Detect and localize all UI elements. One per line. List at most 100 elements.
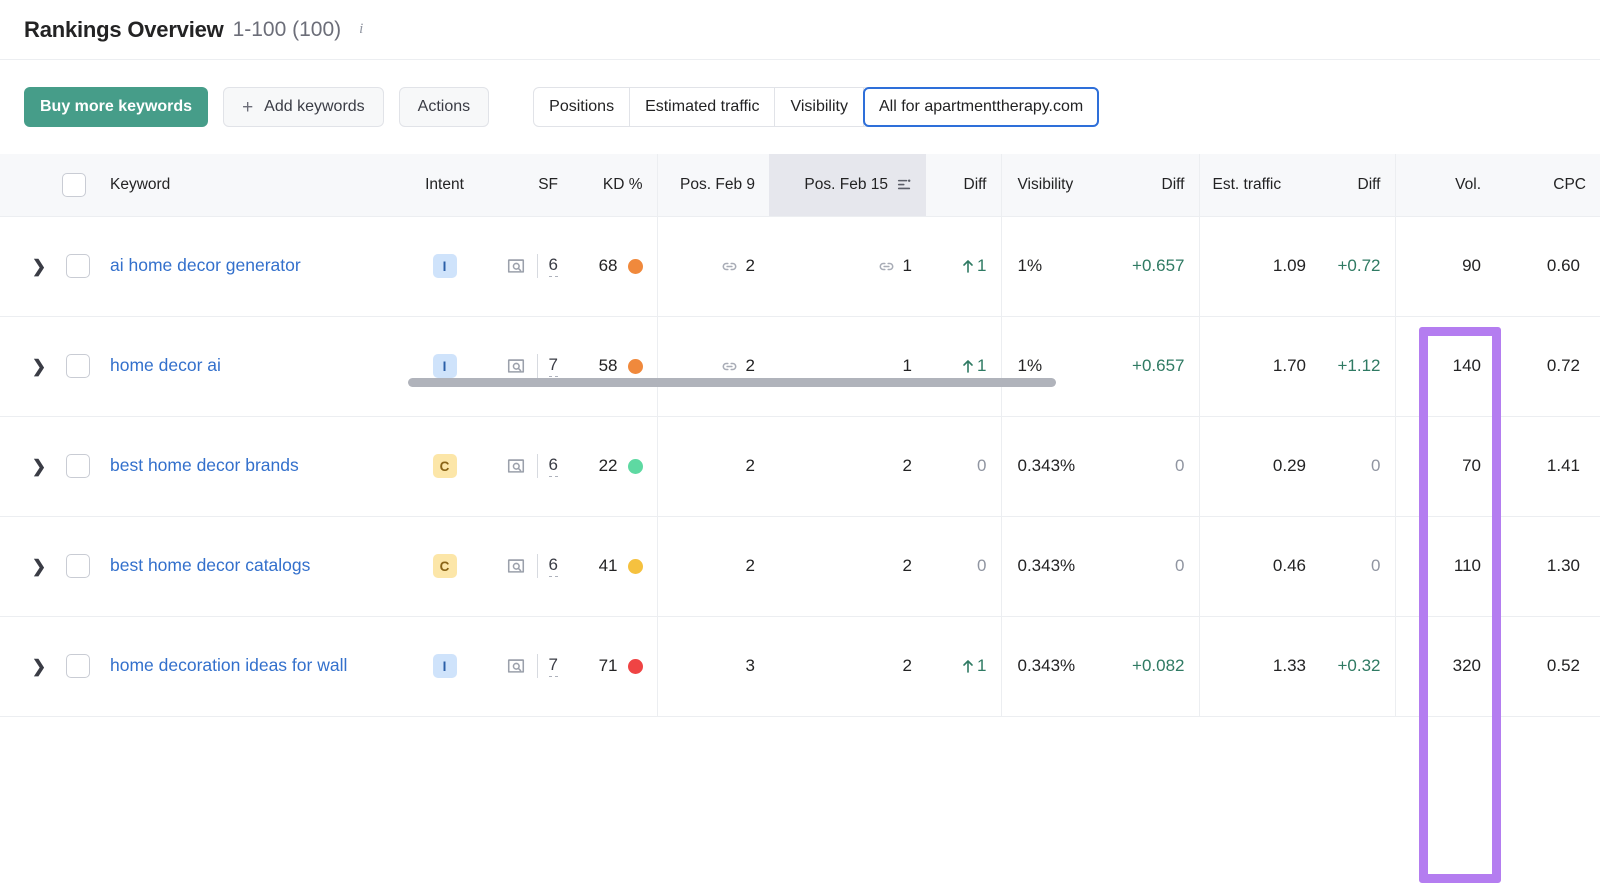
- arrow-up-icon: [961, 358, 975, 374]
- row-checkbox[interactable]: [66, 354, 90, 378]
- vol-cell: 90: [1394, 216, 1495, 317]
- expand-row-icon[interactable]: ❯: [30, 258, 48, 275]
- vol-value: 140: [1452, 356, 1481, 375]
- row-checkbox[interactable]: [66, 554, 90, 578]
- intent-badge[interactable]: C: [432, 454, 457, 478]
- cpc-cell: 0.52: [1495, 616, 1600, 717]
- select-all-checkbox[interactable]: [62, 172, 86, 197]
- intent-badge[interactable]: I: [432, 254, 457, 278]
- intent-badge[interactable]: I: [432, 654, 457, 678]
- tab-all-for-domain[interactable]: All for apartmenttherapy.com: [862, 87, 1100, 127]
- column-header-pos-feb15[interactable]: Pos. Feb 15: [769, 154, 926, 217]
- row-select-cell: ❯: [0, 516, 110, 617]
- traffic-diff-cell: 0: [1320, 516, 1395, 617]
- column-label-pos-feb15: Pos. Feb 15: [804, 175, 888, 193]
- position-diff-value: 1: [977, 256, 987, 275]
- table-row[interactable]: ❯ best home decor brands C 6 22 2 2 0 0.343% 0 0.2…: [0, 416, 1600, 517]
- visibility-value: 1%: [1017, 356, 1043, 375]
- page-header: Rankings Overview 1-100 (100) i: [0, 0, 1600, 60]
- column-header-kd[interactable]: KD %: [572, 154, 657, 217]
- column-header-intent[interactable]: Intent: [402, 154, 487, 217]
- visibility-diff-value: +0.657: [1132, 256, 1185, 275]
- row-checkbox[interactable]: [66, 654, 90, 678]
- pos-feb9-cell: 2: [656, 316, 769, 417]
- kd-difficulty-dot: [627, 358, 643, 374]
- serp-feature-icon: [506, 256, 526, 276]
- intent-badge[interactable]: C: [432, 554, 457, 578]
- sf-value[interactable]: 6: [548, 255, 558, 277]
- toolbar: Buy more keywords + Add keywords Actions…: [0, 60, 1600, 154]
- tab-visibility[interactable]: Visibility: [775, 88, 864, 126]
- column-header-vol[interactable]: Vol.: [1394, 154, 1495, 217]
- intent-badge[interactable]: I: [432, 354, 457, 378]
- horizontal-scrollbar[interactable]: [408, 378, 1056, 387]
- table-row[interactable]: ❯ ai home decor generator I 6 68 2 1 1 1% +0.657 1…: [0, 216, 1600, 317]
- kd-cell: 41: [572, 516, 657, 617]
- vis-diff-cell: +0.657: [1121, 216, 1199, 317]
- tab-positions[interactable]: Positions: [534, 88, 631, 126]
- cpc-value: 1.41: [1546, 456, 1580, 475]
- buy-more-keywords-button[interactable]: Buy more keywords: [24, 87, 209, 127]
- column-header-vis-diff[interactable]: Diff: [1121, 154, 1199, 217]
- rankings-table-container: Keyword Intent SF KD % Pos. Feb 9 Pos. F…: [0, 154, 1600, 883]
- add-keywords-button[interactable]: + Add keywords: [223, 87, 384, 127]
- row-checkbox[interactable]: [66, 254, 90, 278]
- est-traffic-value: 1.09: [1272, 256, 1306, 275]
- column-header-visibility[interactable]: Visibility: [1000, 154, 1121, 217]
- pos-diff-cell: 1: [926, 216, 1001, 317]
- pos-diff-cell: 0: [926, 516, 1001, 617]
- expand-row-icon[interactable]: ❯: [30, 358, 48, 375]
- kd-cell: 71: [572, 616, 657, 717]
- table-row[interactable]: ❯ best home decor catalogs C 6 41 2 2 0 0.343% 0 0…: [0, 516, 1600, 617]
- cpc-cell: 0.60: [1495, 216, 1600, 317]
- traffic-diff-cell: 0: [1320, 416, 1395, 517]
- vol-value: 320: [1452, 656, 1481, 675]
- column-header-traffic-diff[interactable]: Diff: [1320, 154, 1395, 217]
- kd-value: 41: [598, 556, 618, 575]
- sf-value[interactable]: 7: [548, 355, 558, 377]
- keyword-cell: home decor ai: [110, 316, 402, 417]
- column-header-pos-diff[interactable]: Diff: [926, 154, 1001, 217]
- view-switcher: Positions Estimated traffic Visibility A…: [533, 87, 1100, 127]
- keyword-link[interactable]: best home decor catalogs: [110, 553, 310, 578]
- column-header-sf[interactable]: SF: [487, 154, 572, 217]
- keyword-link[interactable]: home decor ai: [110, 353, 221, 378]
- table-row[interactable]: ❯ home decoration ideas for wall I 7 71 3 2 1 0.…: [0, 616, 1600, 717]
- actions-button[interactable]: Actions: [398, 87, 490, 127]
- keyword-link[interactable]: home decoration ideas for wall: [110, 653, 347, 678]
- serp-feature-icon: [506, 456, 526, 476]
- expand-row-icon[interactable]: ❯: [30, 558, 48, 575]
- keyword-link[interactable]: ai home decor generator: [110, 253, 301, 278]
- expand-row-icon[interactable]: ❯: [30, 458, 48, 475]
- sf-value[interactable]: 6: [548, 555, 558, 577]
- column-label-kd: KD %: [602, 175, 643, 193]
- kd-value: 68: [598, 256, 618, 275]
- sf-cell: 6: [487, 216, 572, 317]
- expand-row-icon[interactable]: ❯: [30, 658, 48, 675]
- table-row[interactable]: ❯ home decor ai I 7 58 2 1 1 1% +0.657 1.70 +1.12 14…: [0, 316, 1600, 417]
- visibility-cell: 0.343%: [1000, 416, 1121, 517]
- column-header-est-traffic[interactable]: Est. traffic: [1198, 154, 1320, 217]
- column-header-pos-feb9[interactable]: Pos. Feb 9: [656, 154, 769, 217]
- pos-feb15-cell: 2: [769, 516, 926, 617]
- sf-value[interactable]: 7: [548, 655, 558, 677]
- row-select-cell: ❯: [0, 316, 110, 417]
- sf-value[interactable]: 6: [548, 455, 558, 477]
- arrow-up-icon: [961, 258, 975, 274]
- info-icon[interactable]: i: [354, 21, 368, 38]
- tab-estimated-traffic[interactable]: Estimated traffic: [630, 88, 776, 126]
- column-header-keyword[interactable]: Keyword: [110, 154, 402, 217]
- column-header-cpc[interactable]: CPC: [1495, 154, 1600, 217]
- vol-value: 110: [1453, 556, 1481, 575]
- divider: [536, 554, 538, 578]
- keyword-link[interactable]: best home decor brands: [110, 453, 299, 478]
- cpc-cell: 1.41: [1495, 416, 1600, 517]
- vis-diff-cell: 0: [1121, 516, 1199, 617]
- traffic-diff-value: +1.12: [1337, 356, 1381, 375]
- sf-cell: 6: [487, 516, 572, 617]
- sf-cell: 6: [487, 416, 572, 517]
- pos-feb9-value: 2: [745, 556, 755, 575]
- row-checkbox[interactable]: [66, 454, 90, 478]
- sort-descending-icon[interactable]: [897, 177, 912, 192]
- traffic-diff-cell: +0.72: [1320, 216, 1395, 317]
